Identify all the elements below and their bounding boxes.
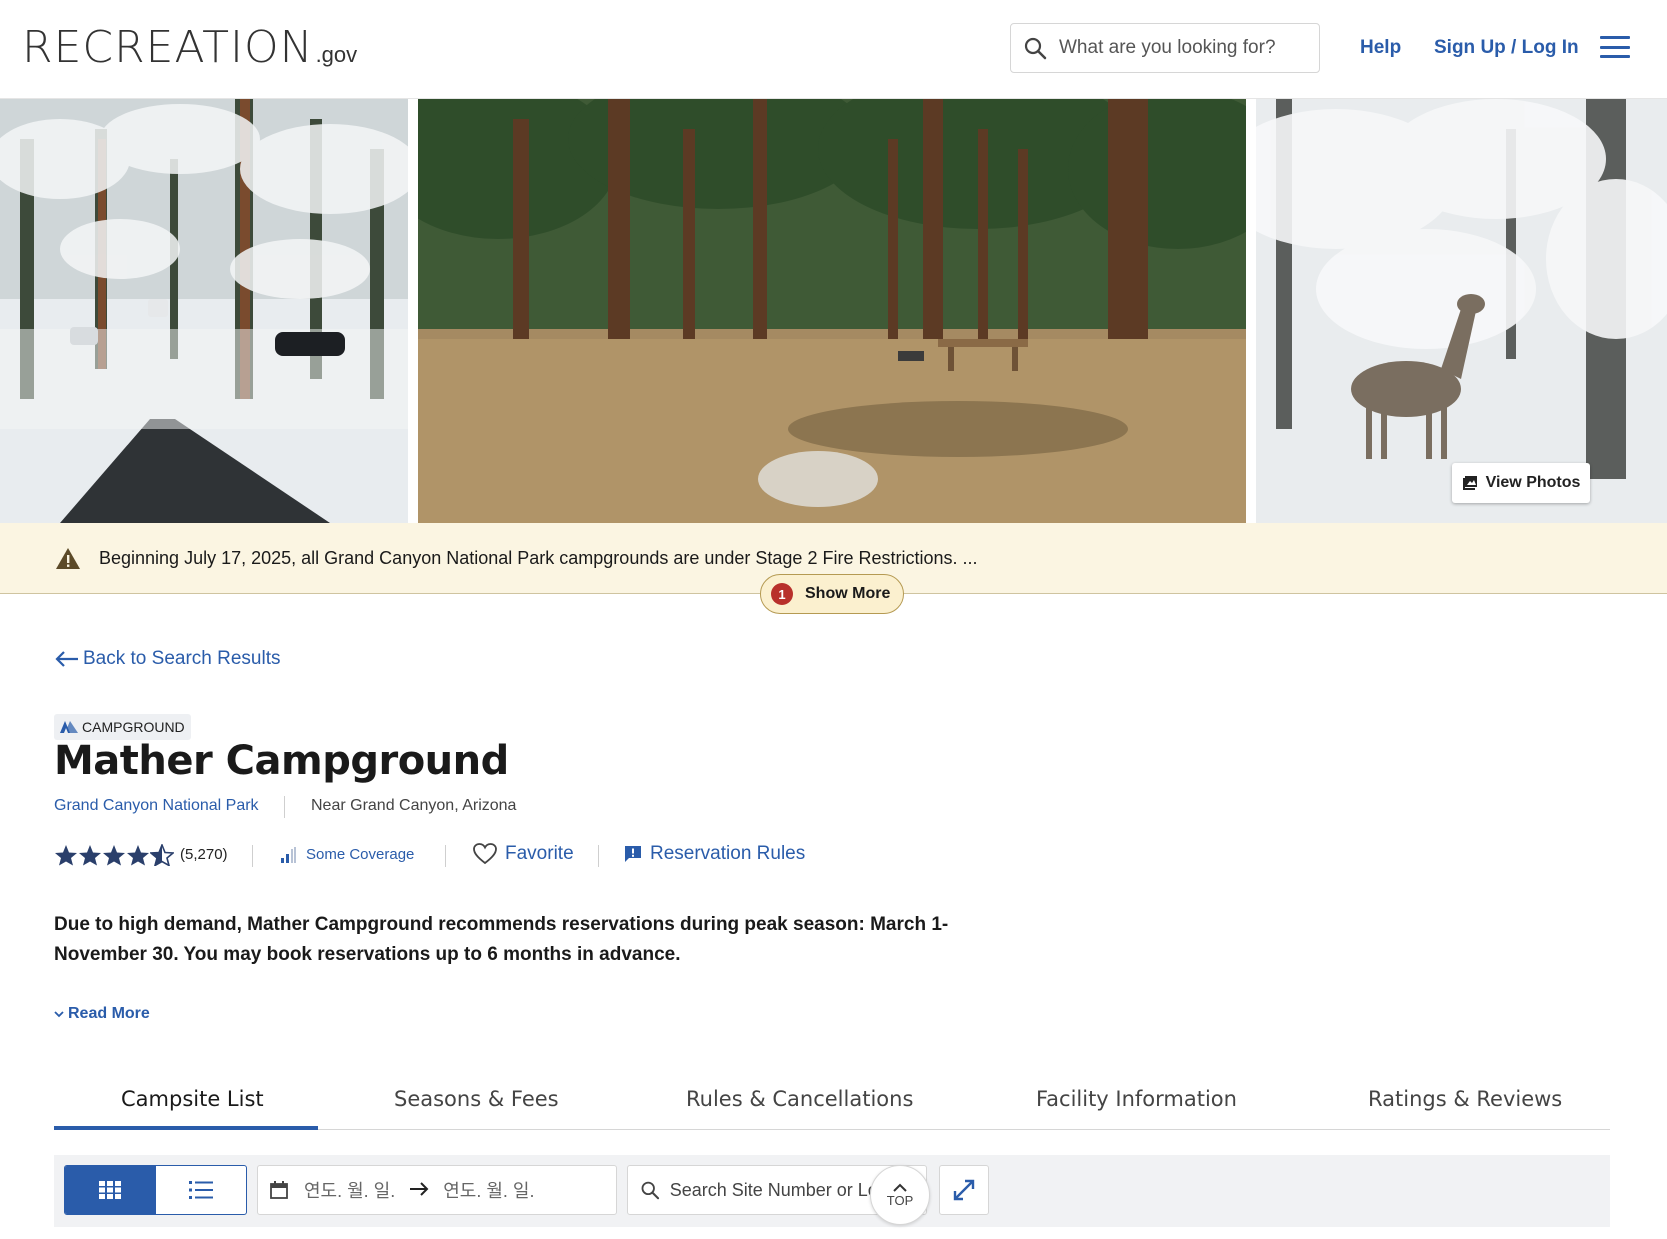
logo-suffix: .gov [315, 42, 358, 67]
photos-icon [1462, 476, 1477, 490]
active-tab-indicator [54, 1126, 318, 1130]
facility-location: Near Grand Canyon, Arizona [311, 797, 517, 814]
show-more-label: Show More [805, 585, 891, 602]
search-icon [641, 1181, 660, 1200]
hero-photo-campsite-forest[interactable] [418, 99, 1246, 523]
start-date-input[interactable]: 연도. 월. 일. [304, 1177, 395, 1203]
star-half-icon [150, 844, 174, 866]
back-to-search-results-link[interactable]: Back to Search Results [55, 648, 280, 670]
grid-view-button[interactable] [65, 1166, 156, 1214]
divider [598, 845, 599, 867]
list-view-button[interactable] [156, 1166, 247, 1214]
chevron-up-icon [893, 1183, 907, 1192]
tab-facility-information[interactable]: Facility Information [1036, 1087, 1237, 1111]
heart-icon [473, 843, 497, 865]
date-range-picker[interactable]: 연도. 월. 일. 연도. 월. 일. [257, 1165, 617, 1215]
rating-count[interactable]: (5,270) [180, 846, 228, 863]
alert-count-badge: 1 [771, 583, 793, 605]
favorite-button[interactable]: Favorite [473, 843, 574, 865]
help-link[interactable]: Help [1360, 37, 1401, 59]
park-link[interactable]: Grand Canyon National Park [54, 797, 259, 815]
top-label: TOP [886, 1192, 914, 1208]
star-filled-icon [103, 845, 125, 866]
site-header: RECREATION .gov Help Sign Up / Log In [0, 0, 1667, 99]
global-search-box[interactable] [1010, 23, 1320, 73]
rating-stars[interactable] [54, 844, 174, 866]
view-photos-label: View Photos [1485, 474, 1581, 491]
hero-photo-snowy-road[interactable] [0, 99, 408, 523]
favorite-label: Favorite [505, 843, 574, 864]
star-filled-icon [55, 845, 77, 866]
hero-photo-deer-snow[interactable] [1256, 99, 1667, 523]
signup-login-link[interactable]: Sign Up / Log In [1434, 37, 1579, 59]
grid-icon [99, 1181, 122, 1199]
calendar-icon [270, 1181, 288, 1199]
divider [284, 796, 285, 818]
global-search-input[interactable] [1059, 37, 1299, 59]
facility-type-label: CAMPGROUND [82, 719, 185, 735]
back-link-label: Back to Search Results [83, 648, 281, 669]
star-filled-icon [79, 845, 101, 866]
tent-icon [60, 721, 78, 733]
reservation-rules-link[interactable]: Reservation Rules [624, 843, 805, 865]
facility-title: Mather Campground [54, 738, 509, 784]
tab-rules-cancellations[interactable]: Rules & Cancellations [686, 1087, 913, 1111]
read-more-label: Read More [68, 1005, 150, 1022]
tab-campsite-list[interactable]: Campsite List [121, 1087, 264, 1111]
chevron-down-icon [54, 1011, 64, 1018]
alert-message: Beginning July 17, 2025, all Grand Canyo… [99, 548, 978, 568]
hero-gallery [0, 99, 1667, 523]
read-more-button[interactable]: Read More [54, 1005, 150, 1023]
tab-ratings-reviews[interactable]: Ratings & Reviews [1368, 1087, 1562, 1111]
signal-bars-icon [281, 847, 296, 863]
tab-seasons-fees[interactable]: Seasons & Fees [394, 1087, 559, 1111]
back-to-top-button[interactable]: TOP [870, 1165, 930, 1225]
arrow-right-icon [409, 1180, 429, 1201]
star-filled-icon [127, 845, 149, 866]
warning-icon [56, 548, 80, 569]
rules-flag-icon [625, 846, 641, 862]
divider [445, 845, 446, 867]
show-more-alerts-button[interactable]: 1 Show More [760, 574, 904, 614]
divider [252, 845, 253, 867]
logo-text: RECREATION [22, 22, 314, 73]
end-date-input[interactable]: 연도. 월. 일. [443, 1177, 534, 1203]
list-icon [188, 1181, 213, 1199]
facility-tabs: Campsite List Seasons & Fees Rules & Can… [54, 1075, 1610, 1130]
arrow-left-icon [55, 651, 78, 667]
view-toggle [64, 1165, 247, 1215]
search-icon [1024, 37, 1047, 60]
facility-type-badge: CAMPGROUND [54, 714, 191, 740]
coverage-label: Some Coverage [306, 846, 415, 863]
fullscreen-button[interactable] [939, 1165, 989, 1215]
reservation-rules-label: Reservation Rules [650, 843, 806, 864]
cell-coverage-link[interactable]: Some Coverage [280, 846, 414, 863]
facility-description: Due to high demand, Mather Campground re… [54, 914, 949, 965]
view-photos-button[interactable]: View Photos [1452, 463, 1590, 503]
recreation-gov-logo[interactable]: RECREATION .gov [22, 22, 357, 74]
menu-icon[interactable] [1600, 36, 1630, 58]
expand-icon [953, 1179, 975, 1201]
